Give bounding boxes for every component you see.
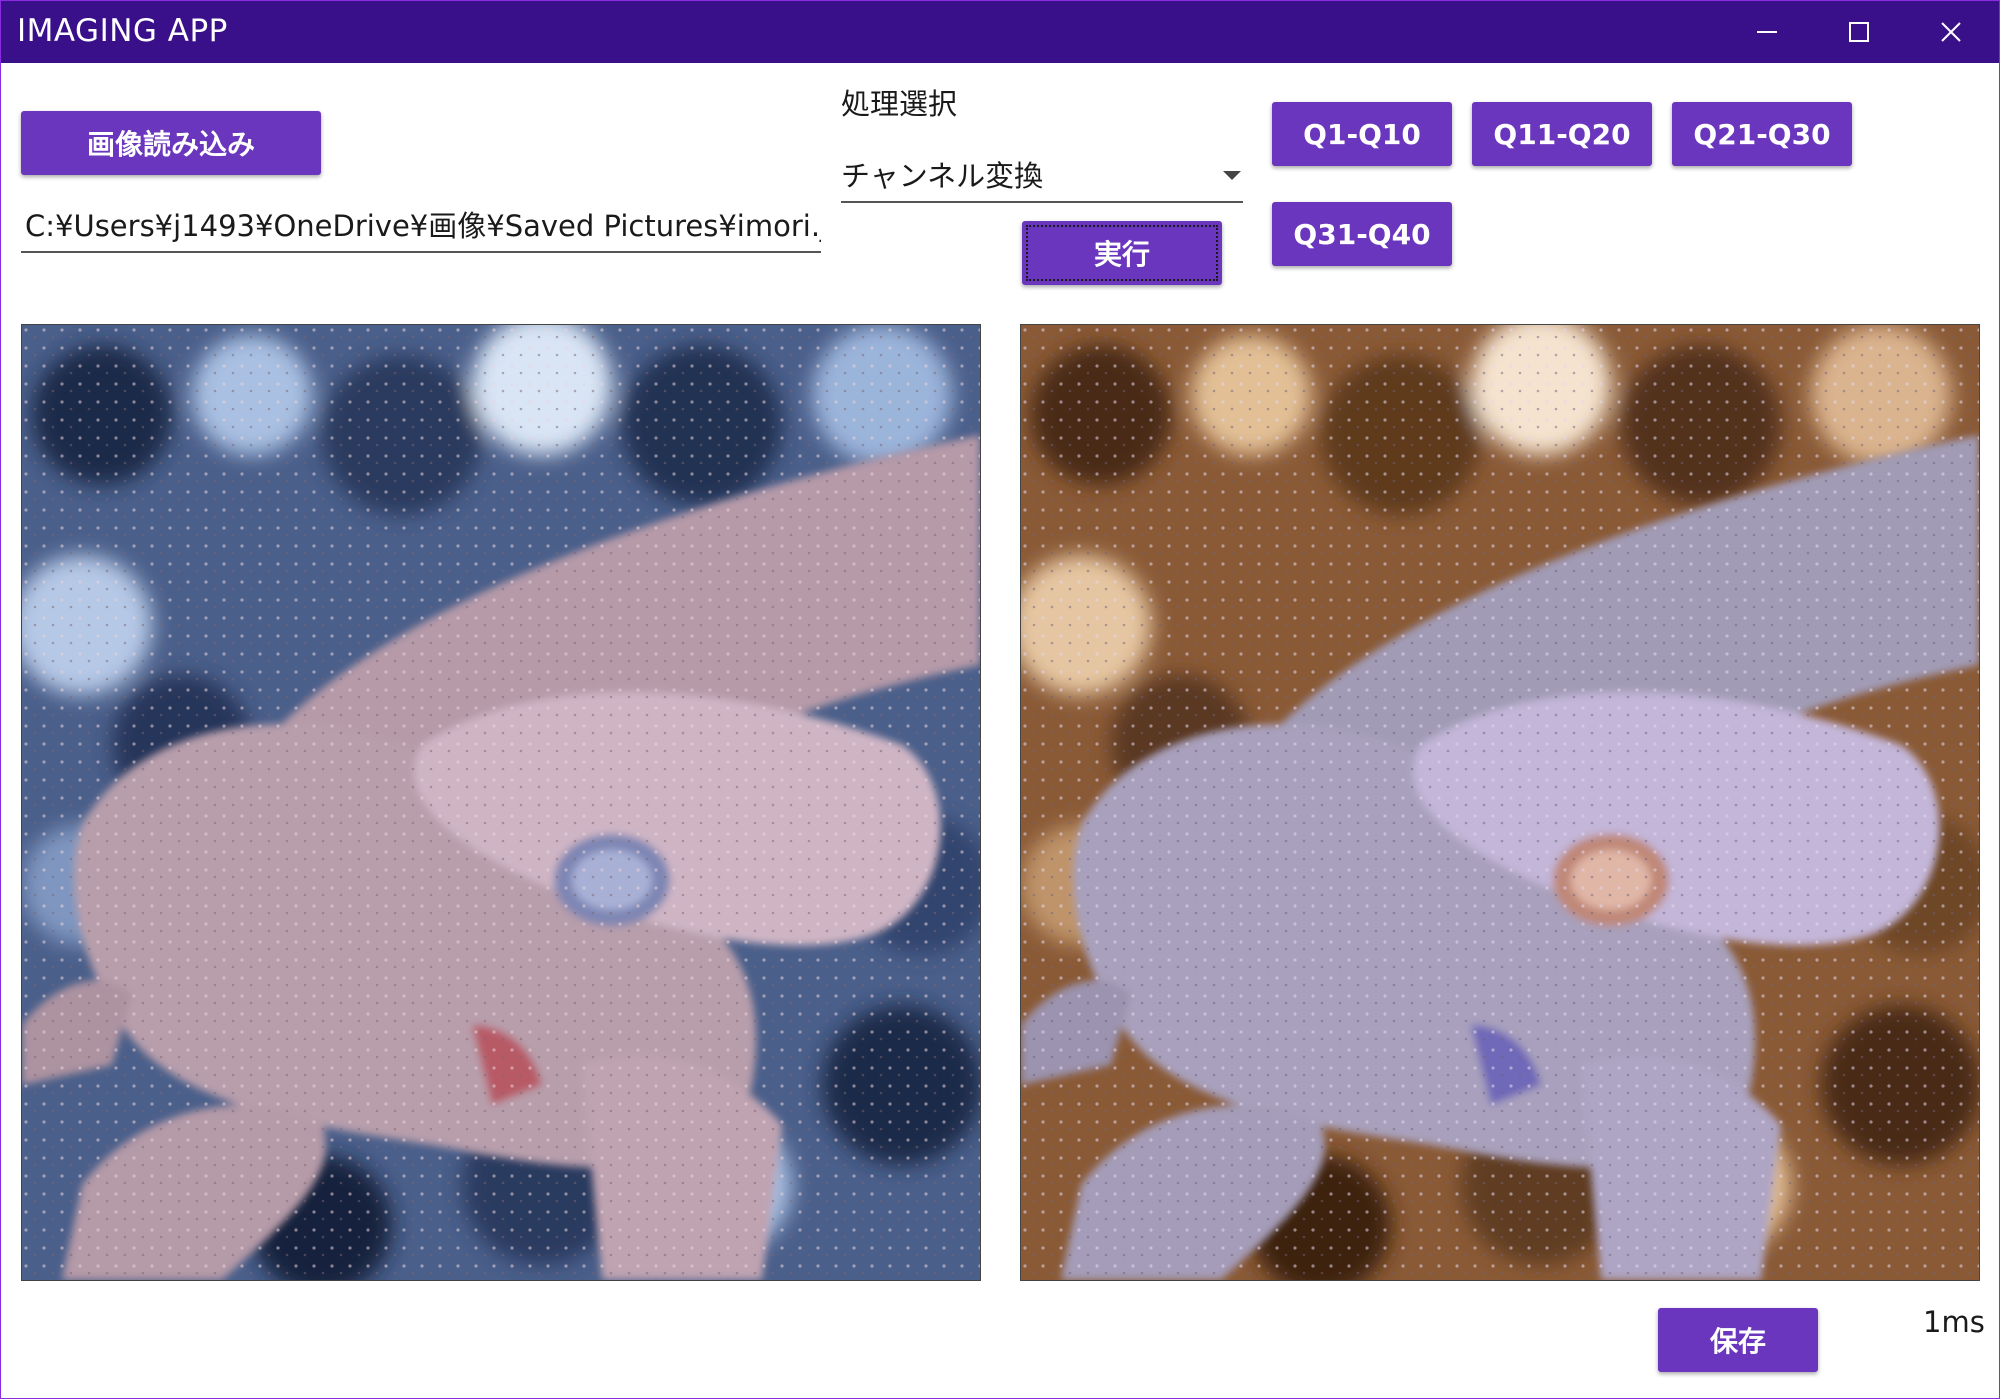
app-window: IMAGING APP 画像読み込み C:¥Users¥j1493¥OneDri… xyxy=(0,0,2000,1399)
close-button[interactable] xyxy=(1905,1,1997,63)
maximize-button[interactable] xyxy=(1813,1,1905,63)
window-title: IMAGING APP xyxy=(17,13,228,49)
title-bar[interactable]: IMAGING APP xyxy=(1,1,1999,63)
q11-q20-button[interactable]: Q11-Q20 xyxy=(1472,102,1652,166)
output-image xyxy=(1020,324,1980,1281)
input-image xyxy=(21,324,981,1281)
q31-q40-button[interactable]: Q31-Q40 xyxy=(1272,202,1452,266)
process-select-value: チャンネル変換 xyxy=(841,159,1044,193)
save-button[interactable]: 保存 xyxy=(1658,1308,1818,1372)
elapsed-time: 1ms xyxy=(1923,1305,1985,1339)
close-icon xyxy=(1941,22,1961,42)
load-image-button[interactable]: 画像読み込み xyxy=(21,111,321,175)
process-select-label: 処理選択 xyxy=(841,87,958,121)
minimize-icon xyxy=(1757,31,1777,33)
minimize-button[interactable] xyxy=(1721,1,1813,63)
maximize-icon xyxy=(1849,22,1869,42)
file-path-field[interactable]: C:¥Users¥j1493¥OneDrive¥画像¥Saved Picture… xyxy=(21,201,821,253)
run-button[interactable]: 実行 xyxy=(1022,221,1222,285)
q21-q30-button[interactable]: Q21-Q30 xyxy=(1672,102,1852,166)
q1-q10-button[interactable]: Q1-Q10 xyxy=(1272,102,1452,166)
chevron-down-icon xyxy=(1223,171,1241,180)
process-select-dropdown[interactable]: チャンネル変換 xyxy=(841,151,1243,203)
